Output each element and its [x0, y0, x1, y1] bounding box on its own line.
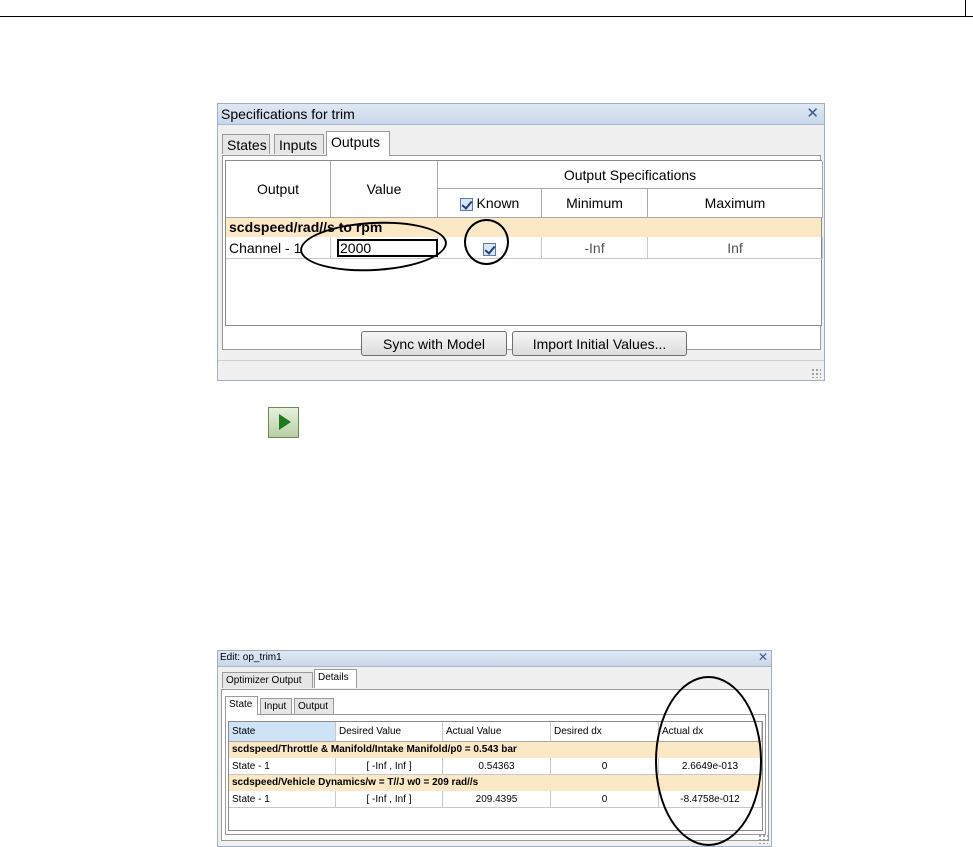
- status-bar: [218, 360, 824, 380]
- column-header-maximum[interactable]: Maximum: [648, 189, 823, 218]
- cell-minimum[interactable]: -Inf: [542, 237, 648, 259]
- import-initial-values-button[interactable]: Import Initial Values...: [512, 331, 687, 356]
- column-header-actual-dx[interactable]: Actual dx: [659, 722, 762, 742]
- value-input[interactable]: [337, 239, 438, 257]
- cell-actual-value: 0.54363: [443, 758, 551, 775]
- play-icon[interactable]: [268, 407, 299, 438]
- column-header-actual-value[interactable]: Actual Value: [443, 722, 551, 742]
- column-header-desired-value[interactable]: Desired Value: [336, 722, 443, 742]
- known-checkbox[interactable]: [483, 242, 496, 256]
- dialog-title-bar[interactable]: Specifications for trim ✕: [218, 104, 824, 125]
- sync-with-model-button[interactable]: Sync with Model: [361, 331, 507, 356]
- tab-inputs[interactable]: Inputs: [274, 134, 324, 154]
- state-group-row: scdspeed/Vehicle Dynamics/w = T//J w0 = …: [229, 775, 762, 791]
- resize-grip-icon[interactable]: [758, 834, 768, 844]
- column-header-output[interactable]: Output: [226, 161, 331, 218]
- cell-output-name: Channel - 1: [226, 237, 331, 259]
- column-header-minimum[interactable]: Minimum: [542, 189, 648, 218]
- column-header-desired-dx[interactable]: Desired dx: [551, 722, 659, 742]
- cell-known: [438, 237, 542, 259]
- output-group-row: scdspeed/rad//s to rpm: [226, 218, 821, 237]
- close-icon[interactable]: ✕: [758, 650, 768, 664]
- column-header-state[interactable]: State: [229, 722, 336, 742]
- cell-actual-value: 209.4395: [443, 791, 551, 808]
- subtab-input[interactable]: Input: [260, 698, 292, 714]
- edit-op-trim1-dialog: Edit: op_trim1 ✕ Optimizer Output Detail…: [217, 650, 772, 847]
- tab-details[interactable]: Details: [314, 669, 357, 688]
- known-header-checkbox[interactable]: [459, 197, 473, 211]
- dialog-title: Specifications for trim: [221, 106, 355, 122]
- cell-actual-dx: -8.4758e-012: [659, 791, 762, 808]
- cell-desired-value[interactable]: [ -Inf , Inf ]: [336, 758, 443, 775]
- tab-states[interactable]: States: [222, 134, 270, 154]
- output-specifications-table: Output Value Output Specifications Known…: [225, 160, 823, 326]
- details-panel: State Input Output State Desired Value A…: [221, 689, 769, 841]
- cell-desired-dx[interactable]: 0: [551, 758, 659, 775]
- dialog-title: Edit: op_trim1: [220, 652, 282, 663]
- cell-actual-dx: 2.6649e-013: [659, 758, 762, 775]
- page-header-rule: [0, 0, 973, 17]
- tab-optimizer-output[interactable]: Optimizer Output: [222, 672, 313, 688]
- column-header-output-specifications: Output Specifications: [438, 161, 823, 189]
- page-header-tick: [965, 0, 966, 16]
- cell-maximum[interactable]: Inf: [648, 237, 823, 259]
- cell-state-name: State - 1: [229, 791, 336, 808]
- specifications-for-trim-dialog: Specifications for trim ✕ States Inputs …: [217, 103, 825, 381]
- cell-desired-value[interactable]: [ -Inf , Inf ]: [336, 791, 443, 808]
- subtab-output[interactable]: Output: [294, 698, 334, 714]
- subtab-state[interactable]: State: [225, 696, 258, 715]
- cell-desired-dx[interactable]: 0: [551, 791, 659, 808]
- known-label: Known: [476, 195, 520, 211]
- dialog-title-bar[interactable]: Edit: op_trim1 ✕: [218, 650, 771, 667]
- close-icon[interactable]: ✕: [806, 104, 819, 122]
- column-header-value[interactable]: Value: [331, 161, 438, 218]
- column-header-known[interactable]: Known: [438, 189, 542, 218]
- tab-outputs[interactable]: Outputs: [326, 131, 390, 156]
- state-details-table: State Desired Value Actual Value Desired…: [228, 721, 763, 831]
- resize-grip-icon[interactable]: [811, 368, 821, 378]
- state-group-row: scdspeed/Throttle & Manifold/Intake Mani…: [229, 742, 762, 758]
- state-panel: State Desired Value Actual Value Desired…: [225, 714, 766, 835]
- cell-state-name: State - 1: [229, 758, 336, 775]
- outputs-panel: Output Value Output Specifications Known…: [222, 155, 823, 356]
